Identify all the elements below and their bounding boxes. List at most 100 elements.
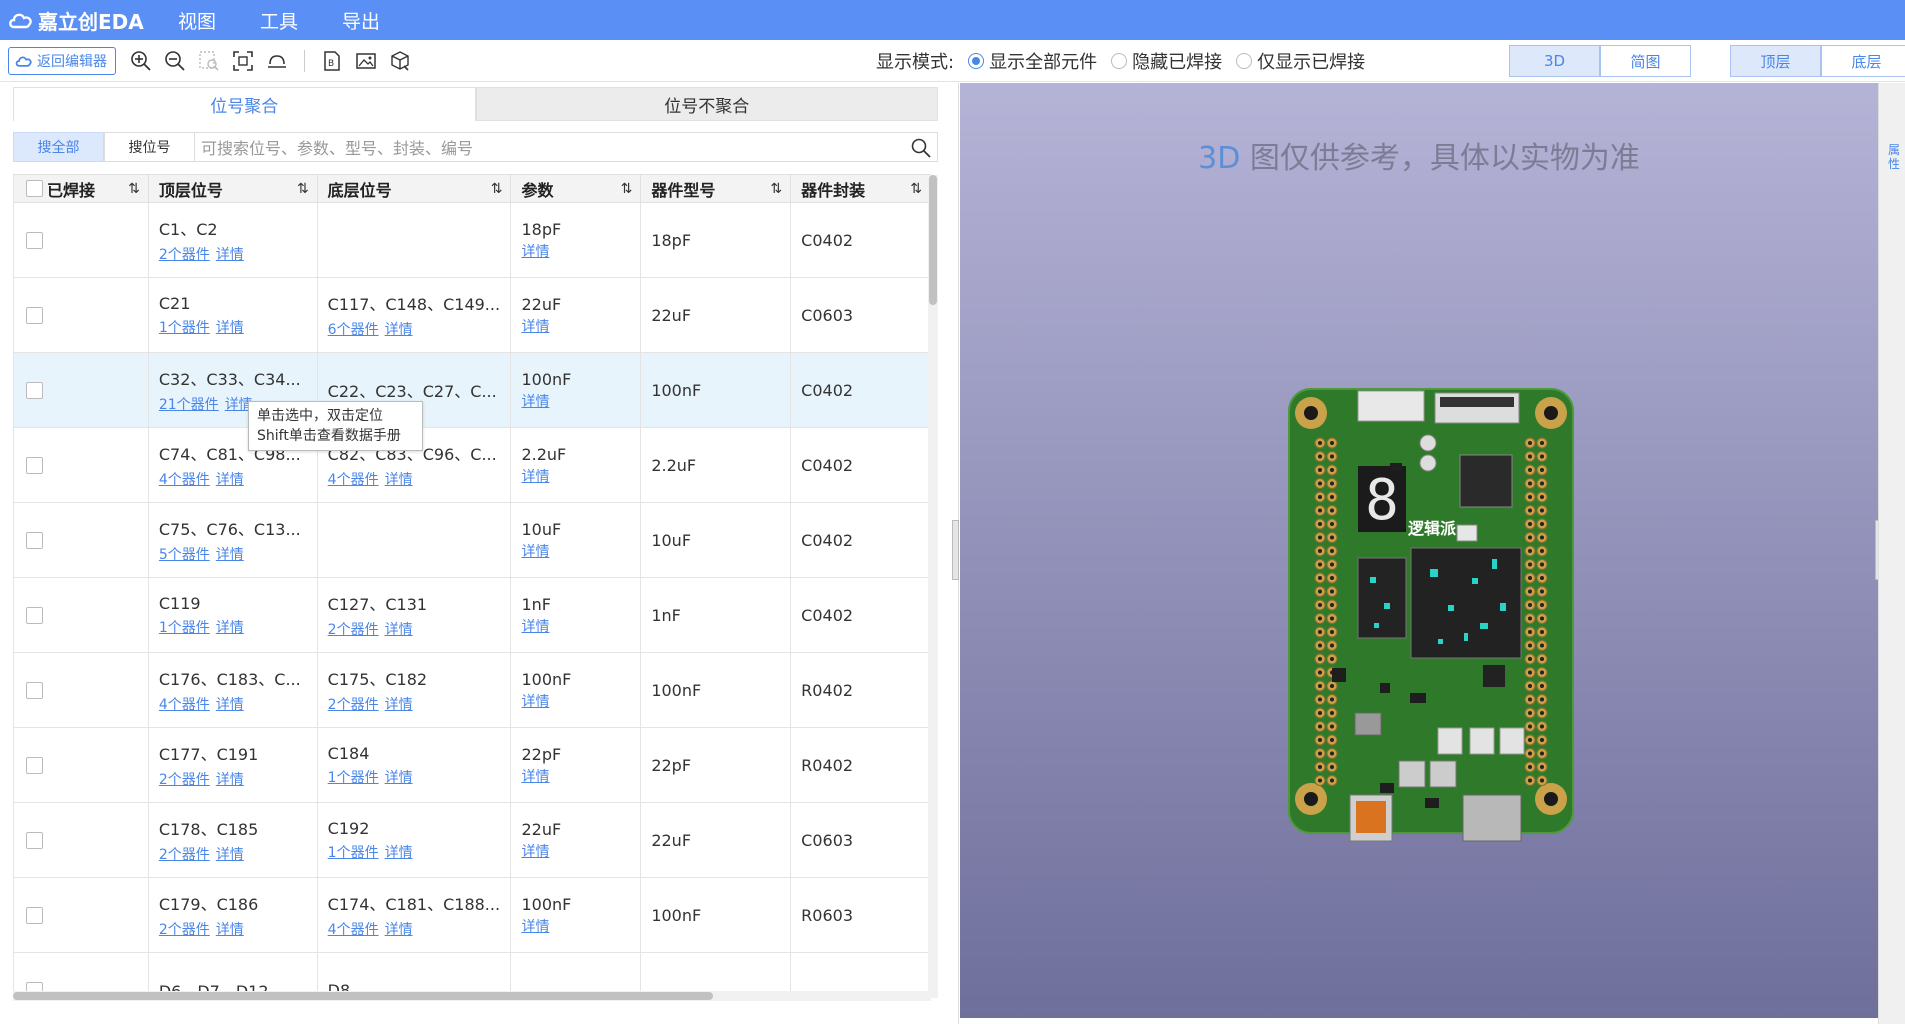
bottom-designator-cell[interactable] [318, 203, 512, 277]
sort-icon[interactable]: ⇅ [910, 181, 922, 197]
top-designator-cell[interactable]: C75、C76、C13... 5个器件 详情 [149, 503, 318, 577]
properties-side-panel[interactable]: 属性 [1878, 83, 1905, 1024]
sort-icon[interactable]: ⇅ [128, 181, 140, 197]
table-row[interactable]: C32、C33、C34... 21个器件 详情 C22、C23、C27、C... … [14, 353, 931, 428]
soldered-checkbox[interactable] [26, 906, 43, 924]
tab-ungrouped[interactable]: 位号不聚合 [475, 87, 938, 121]
top-designator-cell[interactable]: C178、C185 2个器件 详情 [149, 803, 318, 877]
menu-tools[interactable]: 工具 [260, 7, 298, 34]
bottom-count-link[interactable]: 6个器件 [328, 322, 379, 338]
top-designator-cell[interactable]: C177、C191 2个器件 详情 [149, 728, 318, 802]
top-detail-link[interactable]: 详情 [216, 697, 244, 713]
model-cell[interactable]: 100nF [641, 653, 792, 727]
bottom-designator-cell[interactable] [318, 503, 512, 577]
top-designator-cell[interactable]: C119 1个器件 详情 [149, 578, 318, 652]
bom-icon[interactable]: B [315, 46, 349, 76]
top-designator-cell[interactable]: C21 1个器件 详情 [149, 278, 318, 352]
model-cell[interactable]: 10uF [641, 503, 792, 577]
top-detail-link[interactable]: 详情 [216, 472, 244, 488]
collapse-left-handle[interactable] [952, 520, 959, 580]
param-detail-link[interactable]: 详情 [521, 916, 630, 936]
param-cell[interactable]: 100nF 详情 [511, 353, 642, 427]
table-row[interactable]: C176、C183、C... 4个器件 详情 C175、C182 2个器件 详情 1… [14, 653, 931, 728]
soldered-checkbox[interactable] [26, 456, 43, 474]
bottom-detail-link[interactable]: 详情 [385, 922, 413, 938]
scrollbar-thumb[interactable] [13, 992, 713, 1000]
search-all-button[interactable]: 搜全部 [13, 132, 104, 162]
soldered-checkbox[interactable] [26, 531, 43, 549]
soldered-checkbox[interactable] [26, 231, 43, 249]
bottom-layer-button[interactable]: 底层 [1821, 45, 1905, 77]
bottom-count-link[interactable]: 4个器件 [328, 922, 379, 938]
package-cell[interactable]: C0402 [791, 203, 931, 277]
top-layer-button[interactable]: 顶层 [1730, 45, 1821, 77]
model-cell[interactable]: 100nF [641, 878, 792, 952]
menu-export[interactable]: 导出 [342, 7, 380, 34]
zoom-region-icon[interactable] [192, 46, 226, 76]
param-cell[interactable]: 22uF 详情 [511, 278, 642, 352]
tab-grouped[interactable]: 位号聚合 [13, 87, 476, 121]
top-detail-link[interactable]: 详情 [216, 772, 244, 788]
top-count-link[interactable]: 1个器件 [159, 620, 210, 636]
view-3d-button[interactable]: 3D [1509, 45, 1600, 77]
horizontal-scrollbar[interactable] [13, 991, 931, 1001]
bottom-detail-link[interactable]: 详情 [385, 622, 413, 638]
model-cell[interactable]: 22uF [641, 278, 792, 352]
top-count-link[interactable]: 21个器件 [159, 397, 219, 413]
top-count-link[interactable]: 4个器件 [159, 472, 210, 488]
radio-hide-soldered[interactable]: 隐藏已焊接 [1111, 48, 1222, 74]
bottom-designator-cell[interactable]: C192 1个器件 详情 [318, 803, 512, 877]
header-model[interactable]: 器件型号 ⇅ [641, 175, 792, 202]
back-to-editor-button[interactable]: 返回编辑器 [8, 46, 116, 75]
layer-icon[interactable] [260, 46, 294, 76]
radio-only-soldered[interactable]: 仅显示已焊接 [1236, 48, 1365, 74]
bottom-count-link[interactable]: 2个器件 [328, 622, 379, 638]
param-detail-link[interactable]: 详情 [521, 766, 630, 786]
param-cell[interactable]: 22uF 详情 [511, 803, 642, 877]
select-all-checkbox[interactable] [26, 180, 43, 197]
model-cell[interactable]: 18pF [641, 203, 792, 277]
top-detail-link[interactable]: 详情 [216, 320, 244, 336]
top-count-link[interactable]: 2个器件 [159, 922, 210, 938]
top-detail-link[interactable]: 详情 [216, 547, 244, 563]
soldered-checkbox[interactable] [26, 606, 43, 624]
table-row[interactable]: C21 1个器件 详情 C117、C148、C149... 6个器件 详情 22uF… [14, 278, 931, 353]
param-detail-link[interactable]: 详情 [521, 841, 630, 861]
param-detail-link[interactable]: 详情 [521, 541, 630, 561]
table-row[interactable]: C1、C2 2个器件 详情 18pF 详情 18pF C0402 [14, 203, 931, 278]
top-count-link[interactable]: 2个器件 [159, 772, 210, 788]
bottom-detail-link[interactable]: 详情 [385, 322, 413, 338]
sort-icon[interactable]: ⇅ [491, 181, 503, 197]
bottom-designator-cell[interactable]: C174、C181、C188... 4个器件 详情 [318, 878, 512, 952]
top-designator-cell[interactable]: C1、C2 2个器件 详情 [149, 203, 318, 277]
soldered-checkbox[interactable] [26, 381, 43, 399]
header-bottom-designator[interactable]: 底层位号 ⇅ [318, 175, 512, 202]
bottom-count-link[interactable]: 4个器件 [328, 472, 379, 488]
3d-viewer[interactable]: 3D 图仅供参考，具体以实物为准 8 逻辑派 [960, 83, 1878, 1018]
bottom-detail-link[interactable]: 详情 [385, 845, 413, 861]
top-detail-link[interactable]: 详情 [216, 922, 244, 938]
model-cell[interactable]: 22uF [641, 803, 792, 877]
top-count-link[interactable]: 5个器件 [159, 547, 210, 563]
bottom-designator-cell[interactable]: C175、C182 2个器件 详情 [318, 653, 512, 727]
bottom-count-link[interactable]: 2个器件 [328, 697, 379, 713]
param-detail-link[interactable]: 详情 [521, 241, 630, 261]
package-cell[interactable]: R0402 [791, 728, 931, 802]
top-detail-link[interactable]: 详情 [216, 247, 244, 263]
top-count-link[interactable]: 1个器件 [159, 320, 210, 336]
sort-icon[interactable]: ⇅ [297, 181, 309, 197]
bottom-count-link[interactable]: 1个器件 [328, 845, 379, 861]
package-cell[interactable]: C0402 [791, 428, 931, 502]
table-row[interactable]: C75、C76、C13... 5个器件 详情 10uF 详情 10uF C0402 [14, 503, 931, 578]
soldered-checkbox[interactable] [26, 756, 43, 774]
bottom-designator-cell[interactable]: C127、C131 2个器件 详情 [318, 578, 512, 652]
package-cell[interactable]: C0402 [791, 353, 931, 427]
search-input[interactable]: 可搜索位号、参数、型号、封装、编号 [195, 132, 938, 162]
scrollbar-thumb[interactable] [929, 175, 937, 305]
soldered-checkbox[interactable] [26, 831, 43, 849]
table-row[interactable]: C177、C191 2个器件 详情 C184 1个器件 详情 22pF 详情 22p… [14, 728, 931, 803]
param-cell[interactable]: 100nF 详情 [511, 878, 642, 952]
top-designator-cell[interactable]: C176、C183、C... 4个器件 详情 [149, 653, 318, 727]
top-designator-cell[interactable]: C179、C186 2个器件 详情 [149, 878, 318, 952]
model-cell[interactable]: 1nF [641, 578, 792, 652]
